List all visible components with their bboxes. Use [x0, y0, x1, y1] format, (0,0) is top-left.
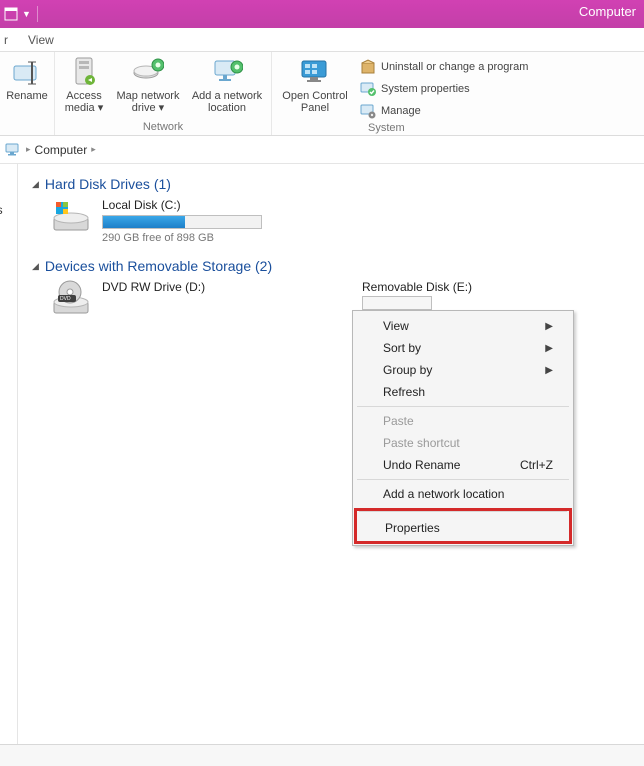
box-icon: [360, 59, 376, 75]
group-label-blank: [25, 121, 28, 133]
address-bar[interactable]: ▸ Computer ▸: [0, 136, 644, 164]
drive-network-icon: [132, 56, 164, 88]
ribbon: Rename Access media ▾ Map network drive …: [0, 52, 644, 136]
highlight-box: Properties: [354, 508, 572, 544]
window-title: Computer: [579, 4, 636, 19]
system-properties-button[interactable]: System properties: [360, 80, 528, 98]
category-hdd-label: Hard Disk Drives (1): [45, 176, 171, 192]
open-control-panel-button[interactable]: Open Control Panel: [278, 56, 352, 114]
hdd-icon: [50, 198, 92, 234]
submenu-arrow-icon: ▶: [545, 365, 553, 376]
dvd-drive-icon: DVD: [50, 280, 92, 316]
menu-undo-rename[interactable]: Undo RenameCtrl+Z: [355, 454, 571, 476]
menu-separator: [359, 511, 567, 512]
menu-refresh[interactable]: Refresh: [355, 381, 571, 403]
computer-gear-icon: [360, 103, 376, 119]
status-bar: [0, 744, 644, 766]
drive-c-usage-bar: [102, 215, 262, 229]
collapse-icon[interactable]: ◢: [32, 179, 39, 190]
map-network-drive-button[interactable]: Map network drive ▾: [113, 56, 183, 114]
menu-properties[interactable]: Properties: [357, 515, 569, 541]
group-label-system: System: [368, 122, 405, 134]
rename-button[interactable]: Rename: [6, 56, 48, 102]
ribbon-group-organize: Rename: [0, 52, 55, 135]
submenu-arrow-icon: ▶: [545, 321, 553, 332]
uninstall-label: Uninstall or change a program: [381, 61, 528, 73]
tab-view[interactable]: View: [18, 29, 64, 51]
manage-label: Manage: [381, 105, 421, 117]
drive-e-usage-bar: [362, 296, 432, 310]
breadcrumb-computer[interactable]: Computer: [35, 143, 88, 157]
drive-removable-e-name[interactable]: Removable Disk (E:): [362, 280, 472, 294]
rename-icon: [11, 56, 43, 88]
breadcrumb-sep[interactable]: ▸: [26, 144, 31, 155]
access-media-button[interactable]: Access media ▾: [61, 56, 107, 114]
rename-label: Rename: [6, 90, 48, 102]
qat-dropdown-icon[interactable]: ▼: [22, 9, 31, 19]
qat-divider: [37, 6, 38, 22]
ribbon-tabs: r View: [0, 28, 644, 52]
svg-text:DVD: DVD: [60, 296, 71, 302]
menu-sort-by[interactable]: Sort by▶: [355, 337, 571, 359]
context-menu: View▶ Sort by▶ Group by▶ Refresh Paste P…: [352, 310, 574, 546]
add-network-location-button[interactable]: Add a network location: [189, 56, 265, 114]
network-location-icon: [211, 56, 243, 88]
drive-dvd-name: DVD RW Drive (D:): [102, 280, 205, 294]
menu-undo-accel: Ctrl+Z: [520, 458, 553, 472]
menu-paste: Paste: [355, 410, 571, 432]
menu-paste-shortcut: Paste shortcut: [355, 432, 571, 454]
drive-c-name: Local Disk (C:): [102, 198, 262, 212]
drive-local-c[interactable]: Local Disk (C:) 290 GB free of 898 GB: [50, 198, 636, 244]
category-removable-label: Devices with Removable Storage (2): [45, 258, 272, 274]
drive-c-free: 290 GB free of 898 GB: [102, 232, 262, 244]
menu-separator: [357, 479, 569, 480]
submenu-arrow-icon: ▶: [545, 343, 553, 354]
breadcrumb-sep-2[interactable]: ▸: [91, 144, 96, 155]
nav-pane[interactable]: es C:) Disk (E:) 2 nts 1: [0, 164, 18, 744]
open-cp-label: Open Control Panel: [282, 90, 347, 114]
menu-group-by[interactable]: Group by▶: [355, 359, 571, 381]
sysprops-label: System properties: [381, 83, 470, 95]
ribbon-group-system: Open Control Panel Uninstall or change a…: [272, 52, 534, 135]
map-network-label: Map network drive ▾: [117, 90, 180, 114]
menu-add-network-location[interactable]: Add a network location: [355, 483, 571, 505]
qat-split-icon: [4, 7, 18, 21]
quick-access-toolbar: ▼: [0, 6, 40, 22]
server-icon: [68, 56, 100, 88]
uninstall-program-button[interactable]: Uninstall or change a program: [360, 58, 528, 76]
ribbon-group-network: Access media ▾ Map network drive ▾ Add a…: [55, 52, 272, 135]
category-removable[interactable]: ◢ Devices with Removable Storage (2): [32, 258, 636, 274]
category-hdd[interactable]: ◢ Hard Disk Drives (1): [32, 176, 636, 192]
tab-computer-partial[interactable]: r: [0, 29, 18, 51]
window-titlebar: ▼ Computer: [0, 0, 644, 28]
control-panel-icon: [299, 56, 331, 88]
computer-check-icon: [360, 81, 376, 97]
menu-view[interactable]: View▶: [355, 315, 571, 337]
access-media-label: Access media ▾: [65, 90, 104, 114]
group-label-network: Network: [143, 121, 183, 133]
computer-icon: [4, 141, 22, 159]
add-network-label: Add a network location: [192, 90, 262, 114]
nav-item-fragment: es: [0, 200, 3, 220]
menu-separator: [357, 406, 569, 407]
collapse-icon-2[interactable]: ◢: [32, 261, 39, 272]
manage-button[interactable]: Manage: [360, 102, 528, 120]
